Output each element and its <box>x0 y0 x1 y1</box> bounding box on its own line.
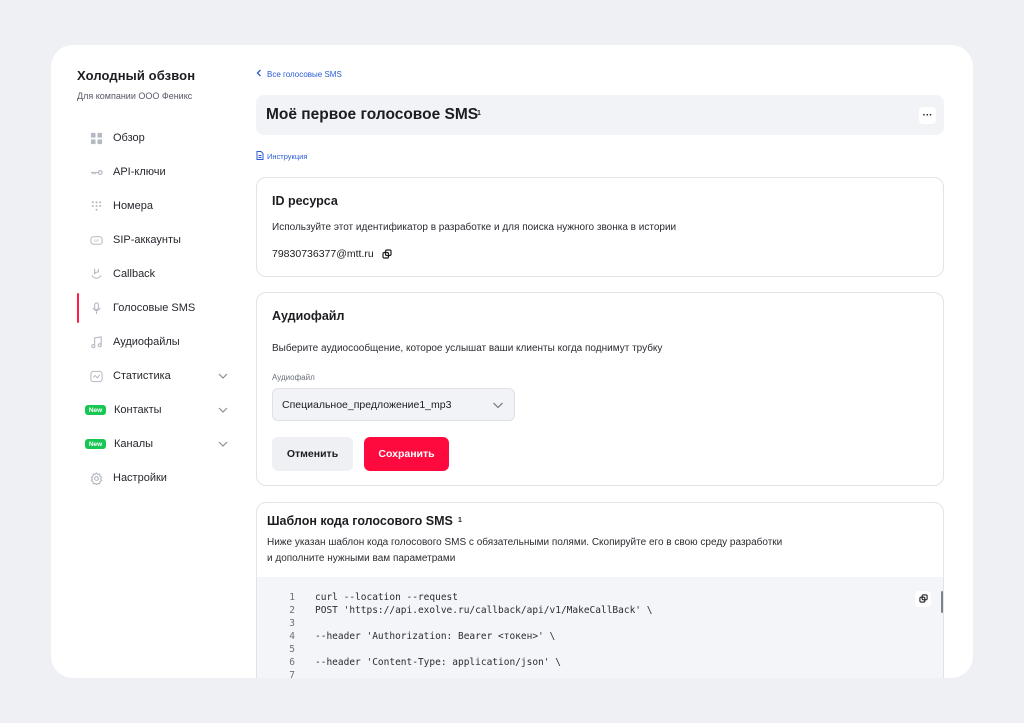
sidebar-item-channels[interactable]: New Каналы <box>77 427 237 461</box>
resource-card-title: ID ресурса <box>272 194 338 208</box>
sidebar-item-label: Каналы <box>114 438 154 450</box>
resource-id-value: 79830736377@mtt.ru <box>272 248 374 260</box>
sidebar-item-numbers[interactable]: Номера <box>77 189 237 223</box>
code-lines: 1 curl --location --request 2 POST 'https:… <box>281 591 652 678</box>
page-header: Моё первое голосовое SMS 1 ··· <box>256 95 944 135</box>
sidebar-item-label: Статистика <box>113 370 171 382</box>
template-title-count: 1 <box>458 517 462 524</box>
template-card-description: Ниже указан шаблон кода голосового SMS с… <box>267 537 783 564</box>
code-block[interactable]: 1 curl --location --request 2 POST 'https:… <box>257 577 943 678</box>
audio-file-card: Аудиофайл Выберите аудиосообщение, котор… <box>256 292 944 486</box>
callback-icon <box>89 267 103 281</box>
chevron-left-icon <box>256 69 262 79</box>
code-template-card: Шаблон кода голосового SMS 1 Ниже указан… <box>256 502 944 678</box>
sidebar-item-label: Голосовые SMS <box>113 302 196 314</box>
sidebar-item-contacts[interactable]: New Контакты <box>77 393 237 427</box>
back-link[interactable]: Все голосовые SMS <box>256 69 342 79</box>
line-number: 4 <box>289 631 295 642</box>
chart-icon <box>89 369 103 383</box>
sidebar-item-voice-sms[interactable]: Голосовые SMS <box>77 291 237 325</box>
line-number: 5 <box>289 644 295 655</box>
sidebar-nav: Обзор API-ключи Номера SIP SIP-аккаунты <box>77 121 237 495</box>
svg-text:SIP: SIP <box>93 239 99 243</box>
sidebar-item-statistics[interactable]: Статистика <box>77 359 237 393</box>
code-line: 6 --header 'Content-Type: application/jso… <box>281 656 652 669</box>
new-badge: New <box>85 405 106 415</box>
microphone-icon <box>89 301 103 315</box>
code-line: 2 POST 'https://api.exolve.ru/callback/ap… <box>281 604 652 617</box>
code-line: 4 --header 'Authorization: Bearer <токен>… <box>281 630 652 643</box>
main-content: Все голосовые SMS Моё первое голосовое S… <box>256 45 946 678</box>
code-text: POST 'https://api.exolve.ru/callback/api… <box>315 605 653 616</box>
sidebar-item-api-keys[interactable]: API-ключи <box>77 155 237 189</box>
project-subtitle: Для компании ООО Феникс <box>77 91 193 101</box>
cancel-button[interactable]: Отменить <box>272 437 353 471</box>
sidebar-item-overview[interactable]: Обзор <box>77 121 237 155</box>
resource-card-description: Используйте этот идентификатор в разрабо… <box>272 222 677 233</box>
copy-icon[interactable] <box>382 249 392 259</box>
chevron-down-icon[interactable] <box>217 404 229 419</box>
line-number: 3 <box>289 618 295 629</box>
app-window: Холодный обзвон Для компании ООО Феникс … <box>51 45 973 678</box>
chevron-down-icon[interactable] <box>217 438 229 453</box>
grid-icon <box>89 131 103 145</box>
sidebar-item-label: Контакты <box>114 404 162 416</box>
sidebar-item-label: Настройки <box>113 472 167 484</box>
resource-id-card: ID ресурса Используйте этот идентификато… <box>256 177 944 277</box>
sip-icon: SIP <box>89 233 103 247</box>
project-title: Холодный обзвон <box>77 68 196 83</box>
audio-field-label: Аудиофайл <box>272 373 315 382</box>
audio-card-description: Выберите аудиосообщение, которое услышат… <box>272 343 663 354</box>
code-text: curl --location --request <box>315 592 458 603</box>
template-card-title: Шаблон кода голосового SMS <box>267 514 453 528</box>
page-title: Моё первое голосовое SMS <box>266 106 479 123</box>
sidebar-item-settings[interactable]: Настройки <box>77 461 237 495</box>
audio-file-select[interactable]: Специальное_предложение1_mp3 <box>272 388 515 421</box>
code-line: 1 curl --location --request <box>281 591 652 604</box>
code-line: 3 <box>281 617 652 630</box>
line-number: 6 <box>289 657 295 668</box>
sidebar-item-sip-accounts[interactable]: SIP SIP-аккаунты <box>77 223 237 257</box>
code-line: 7 <box>281 669 652 678</box>
scrollbar-thumb[interactable] <box>941 591 943 613</box>
key-icon <box>89 165 103 179</box>
save-button[interactable]: Сохранить <box>364 437 449 471</box>
code-line: 5 <box>281 643 652 656</box>
code-text: --header 'Content-Type: application/json… <box>315 657 561 668</box>
audio-file-selected-value: Специальное_предложение1_mp3 <box>282 398 452 411</box>
chevron-down-icon[interactable] <box>217 370 229 385</box>
sidebar-item-label: Номера <box>113 200 153 212</box>
line-number: 2 <box>289 605 295 616</box>
code-text: --header 'Authorization: Bearer <токен>'… <box>315 631 556 642</box>
gear-icon <box>89 471 103 485</box>
copy-icon <box>918 590 928 608</box>
dialpad-icon <box>89 199 103 213</box>
sidebar-item-label: SIP-аккаунты <box>113 234 181 246</box>
document-icon <box>256 151 264 162</box>
sidebar-item-label: Аудиофайлы <box>113 336 180 348</box>
copy-code-button[interactable] <box>915 591 931 607</box>
line-number: 1 <box>289 592 295 603</box>
sidebar: Холодный обзвон Для компании ООО Феникс … <box>51 45 241 678</box>
sidebar-item-callback[interactable]: Callback <box>77 257 237 291</box>
new-badge: New <box>85 439 106 449</box>
music-note-icon <box>89 335 103 349</box>
instruction-link[interactable]: Инструкция <box>256 151 307 162</box>
resource-id-row: 79830736377@mtt.ru <box>272 248 392 260</box>
back-link-label: Все голосовые SMS <box>267 69 342 79</box>
sidebar-item-audio-files[interactable]: Аудиофайлы <box>77 325 237 359</box>
sidebar-item-label: Обзор <box>113 132 145 144</box>
audio-card-title: Аудиофайл <box>272 309 345 323</box>
sidebar-item-label: API-ключи <box>113 166 166 178</box>
instruction-link-label: Инструкция <box>267 152 308 161</box>
chevron-down-icon <box>492 399 504 414</box>
sidebar-item-label: Callback <box>113 268 156 280</box>
line-number: 7 <box>289 670 295 678</box>
title-count: 1 <box>477 110 481 117</box>
more-options-button[interactable]: ··· <box>919 107 936 124</box>
